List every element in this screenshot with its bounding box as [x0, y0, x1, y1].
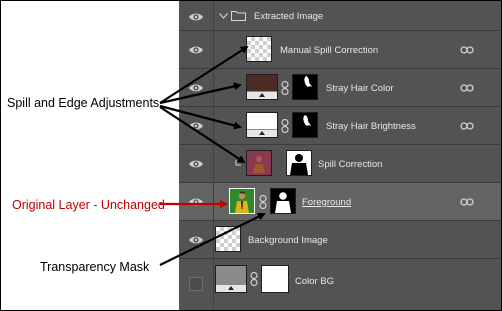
eye-icon	[189, 122, 203, 130]
layer-manual-spill-correction[interactable]: Manual Spill Correction	[179, 30, 502, 68]
visibility-toggle[interactable]	[179, 145, 214, 182]
link-icon	[460, 46, 474, 54]
link-icon	[460, 198, 474, 206]
mask-thumbnail[interactable]	[292, 74, 318, 100]
layer-name: Color BG	[295, 276, 335, 287]
visibility-toggle[interactable]	[179, 183, 214, 220]
visibility-toggle[interactable]	[179, 221, 214, 258]
visibility-off-box	[189, 277, 203, 291]
clipping-arrow-icon	[235, 160, 241, 166]
layer-spill-correction[interactable]: Spill Correction	[179, 144, 502, 182]
adjustment-bar	[216, 284, 246, 292]
adjustment-thumbnail[interactable]	[246, 112, 278, 138]
layer-color-bg[interactable]: Color BG	[179, 258, 502, 311]
layer-name: Manual Spill Correction	[280, 45, 379, 56]
group-name: Extracted Image	[254, 11, 324, 22]
mask-thumbnail[interactable]	[261, 265, 289, 293]
eye-icon	[189, 46, 203, 54]
layer-background-image[interactable]: Background Image	[179, 220, 502, 258]
eye-icon	[189, 84, 203, 92]
chevron-down-icon[interactable]	[219, 13, 228, 19]
layer-thumbnail[interactable]	[215, 226, 241, 252]
visibility-toggle[interactable]	[179, 31, 214, 68]
layer-stray-hair-brightness[interactable]: Stray Hair Brightness	[179, 106, 502, 144]
link-icon	[460, 122, 474, 130]
layer-thumbnail[interactable]	[246, 150, 272, 176]
eye-icon	[189, 198, 203, 206]
mask-thumbnail[interactable]	[270, 188, 296, 214]
layer-stray-hair-color[interactable]: Stray Hair Color	[179, 68, 502, 106]
layer-name: Background Image	[248, 235, 328, 246]
person-figure	[235, 191, 249, 213]
layers-panel: Extracted Image Manual Spill Correction	[179, 0, 502, 311]
mask-thumbnail[interactable]	[292, 112, 318, 138]
adjustment-thumbnail[interactable]	[215, 265, 247, 293]
eye-icon	[189, 160, 203, 168]
chain-link-icon[interactable]	[281, 81, 289, 95]
eye-icon	[189, 13, 203, 21]
adjustment-bar	[247, 129, 277, 137]
chain-link-icon[interactable]	[250, 272, 258, 286]
annotation-transparency-mask: Transparency Mask	[40, 260, 150, 274]
layer-thumbnail[interactable]	[246, 36, 272, 62]
adjustment-bar	[247, 91, 277, 99]
annotation-spill-edge: Spill and Edge Adjustments	[7, 96, 160, 110]
layer-name: Foreground	[302, 197, 352, 208]
mask-shape	[303, 115, 311, 126]
layer-group-extracted-image[interactable]: Extracted Image	[179, 0, 502, 30]
chain-link-icon[interactable]	[259, 195, 267, 209]
eye-icon	[189, 236, 203, 244]
layer-name: Spill Correction	[318, 159, 383, 170]
folder-icon	[231, 11, 246, 21]
visibility-toggle[interactable]	[179, 259, 214, 311]
layer-thumbnail[interactable]	[229, 188, 255, 214]
mask-thumbnail[interactable]	[286, 150, 312, 176]
spill-figure	[253, 156, 265, 173]
visibility-toggle[interactable]	[179, 0, 214, 30]
link-icon	[460, 84, 474, 92]
mask-shape	[290, 154, 308, 175]
visibility-toggle[interactable]	[179, 69, 214, 106]
layer-name: Stray Hair Color	[326, 83, 394, 94]
mask-shape	[275, 192, 291, 213]
layer-foreground[interactable]: Foreground	[179, 182, 502, 220]
chain-link-icon[interactable]	[281, 119, 289, 133]
layer-name: Stray Hair Brightness	[326, 121, 416, 132]
mask-shape	[304, 76, 312, 87]
visibility-toggle[interactable]	[179, 107, 214, 144]
annotation-original-layer: Original Layer - Unchanged	[12, 198, 165, 212]
adjustment-thumbnail[interactable]	[246, 74, 278, 100]
